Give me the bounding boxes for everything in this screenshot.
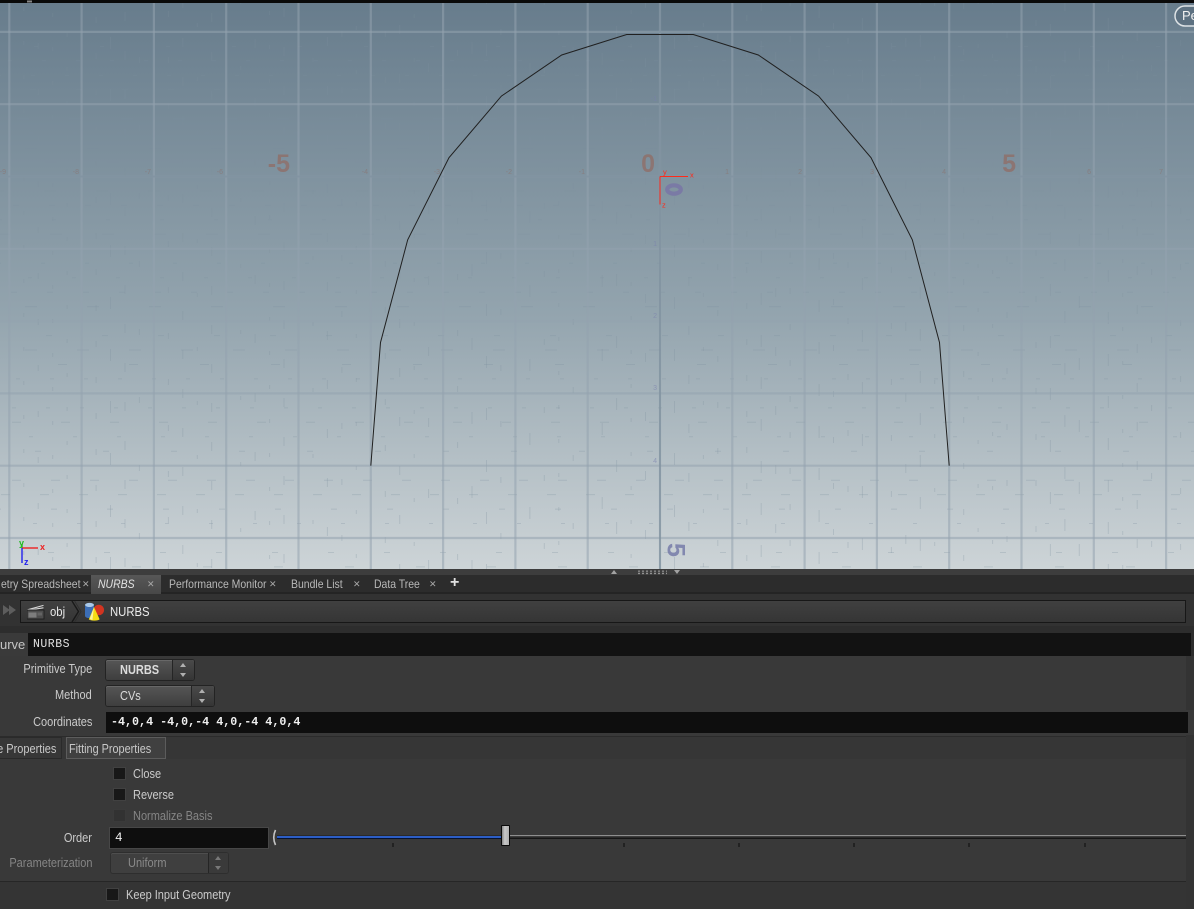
- svg-text:2: 2: [653, 313, 657, 320]
- svg-text:z: z: [24, 557, 29, 567]
- svg-text:-1: -1: [579, 169, 585, 176]
- svg-text:1: 1: [725, 169, 729, 176]
- svg-text:7: 7: [1159, 169, 1163, 176]
- svg-text:-5: -5: [268, 150, 290, 178]
- svg-text:4: 4: [653, 458, 657, 465]
- svg-text:-4: -4: [362, 169, 368, 176]
- svg-text:x: x: [40, 542, 45, 552]
- svg-text:4: 4: [942, 169, 946, 176]
- svg-text:y: y: [19, 538, 24, 548]
- svg-text:5: 5: [1002, 150, 1016, 178]
- svg-text:0: 0: [641, 150, 655, 178]
- svg-text:-1: -1: [651, 96, 657, 103]
- svg-text:3: 3: [870, 169, 874, 176]
- svg-text:5: 5: [661, 543, 689, 557]
- svg-text:y: y: [663, 168, 667, 177]
- svg-text:x: x: [690, 171, 694, 180]
- svg-text:-8: -8: [73, 169, 79, 176]
- svg-text:-6: -6: [217, 169, 223, 176]
- svg-text:z: z: [662, 201, 666, 210]
- svg-text:-7: -7: [145, 169, 151, 176]
- svg-text:-2: -2: [506, 169, 512, 176]
- svg-text:-3: -3: [434, 169, 440, 176]
- svg-text:2: 2: [798, 169, 802, 176]
- svg-text:3: 3: [653, 385, 657, 392]
- svg-text:Pe: Pe: [1182, 8, 1194, 23]
- svg-text:6: 6: [1087, 169, 1091, 176]
- svg-text:-9: -9: [0, 169, 6, 176]
- svg-text:1: 1: [653, 241, 657, 248]
